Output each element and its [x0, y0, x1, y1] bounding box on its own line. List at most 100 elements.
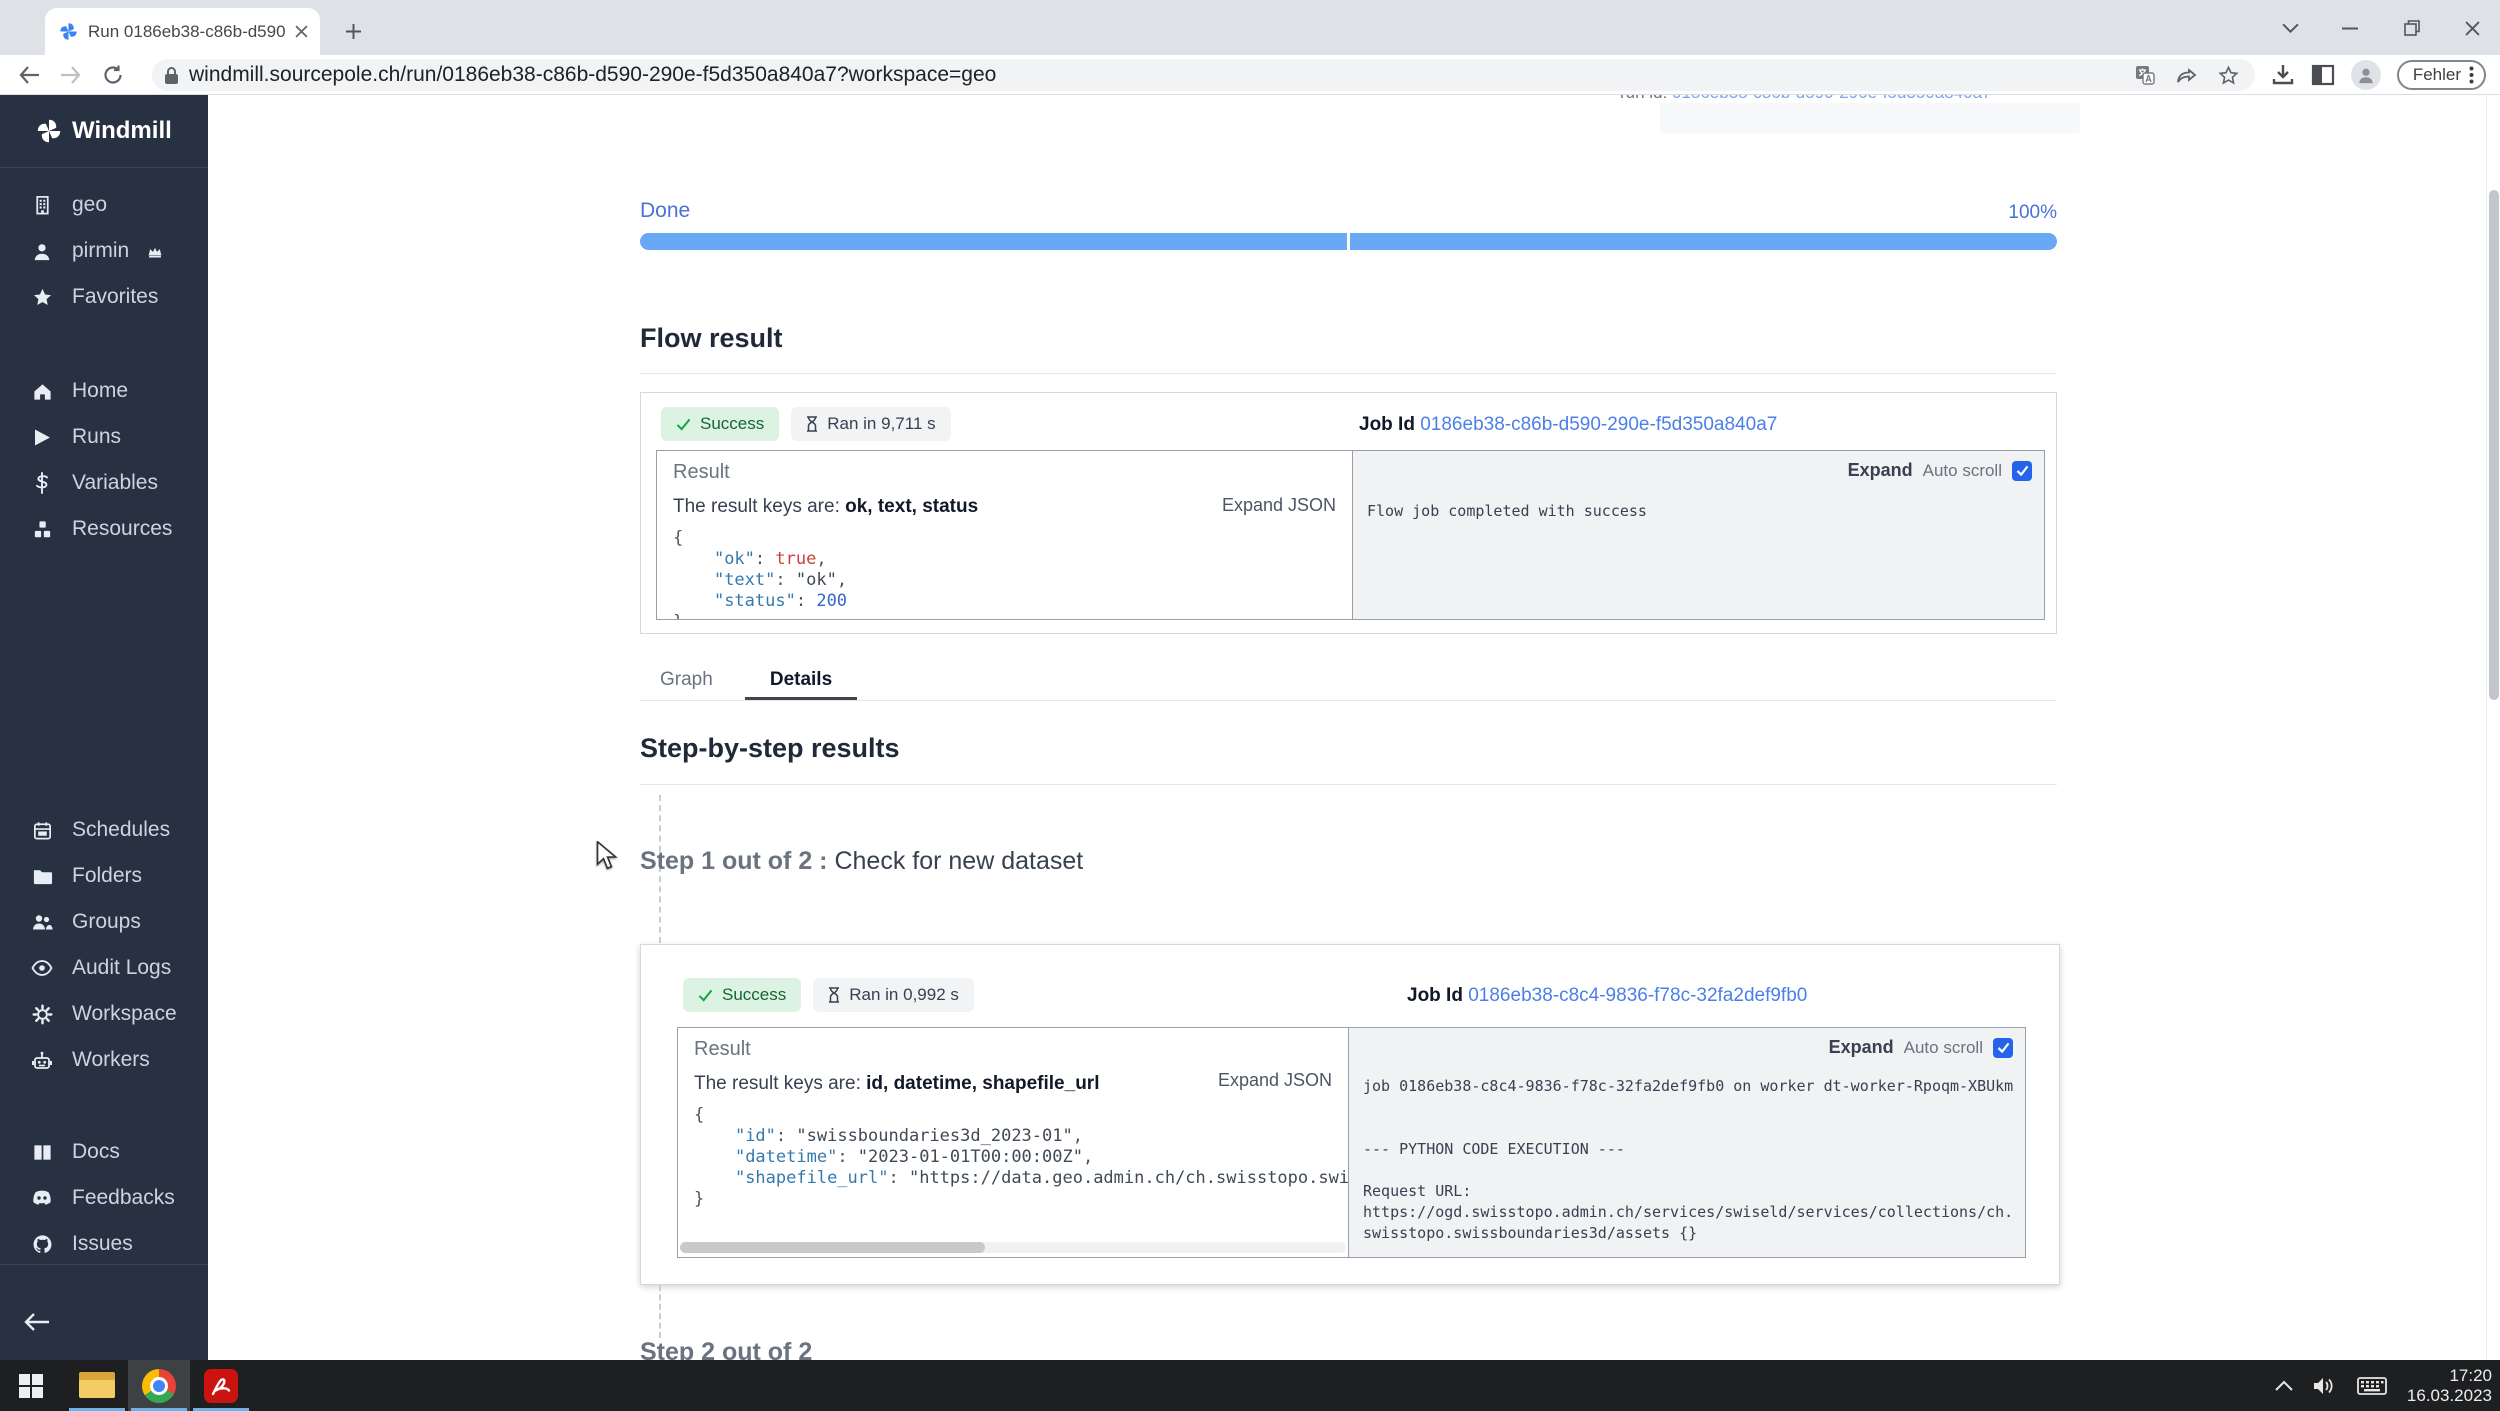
sidebar-feedbacks-label: Feedbacks — [72, 1186, 175, 1210]
flow-duration-badge: Ran in 9,711 s — [791, 407, 950, 441]
sidebar-groups-label: Groups — [72, 910, 141, 934]
sidebar-item-audit-logs[interactable]: Audit Logs — [0, 945, 208, 991]
taskbar-file-explorer[interactable] — [66, 1360, 128, 1411]
side-panel-icon[interactable] — [2311, 63, 2335, 87]
sidebar-item-variables[interactable]: Variables — [0, 460, 208, 506]
sidebar-favorites-label: Favorites — [72, 285, 158, 309]
divider — [640, 784, 2057, 785]
flow-status-label: Done — [640, 199, 690, 223]
windmill-logo[interactable]: Windmill — [0, 95, 208, 165]
sidebar-item-workers[interactable]: Workers — [0, 1037, 208, 1083]
flow-log-expand-button[interactable]: Expand — [1848, 460, 1913, 481]
tray-chevron-up-icon[interactable] — [2275, 1380, 2293, 1391]
step1-result-json-pane: Result The result keys are: id, datetime… — [678, 1028, 1349, 1257]
divider — [0, 1264, 208, 1265]
window-restore-button[interactable] — [2390, 14, 2434, 42]
download-icon[interactable] — [2271, 63, 2295, 87]
error-menu-button[interactable]: Fehler — [2397, 60, 2486, 90]
taskbar-chrome[interactable] — [128, 1360, 190, 1411]
github-icon — [30, 1234, 54, 1255]
back-button[interactable] — [10, 58, 48, 92]
play-icon — [30, 428, 54, 447]
home-icon — [30, 381, 54, 401]
page-scrollbar-thumb[interactable] — [2489, 190, 2499, 700]
bookmark-star-icon[interactable] — [2218, 65, 2239, 86]
file-explorer-icon — [79, 1372, 115, 1400]
discord-icon — [30, 1190, 54, 1207]
hourglass-icon — [806, 416, 818, 432]
flow-job-id-label: Job Id — [1359, 414, 1415, 435]
check-icon — [2016, 465, 2029, 476]
sidebar: Windmill geo pirmin Favorites — [0, 95, 208, 1360]
flow-log-pane: Expand Auto scroll Flow job completed wi… — [1353, 451, 2044, 619]
reload-button[interactable] — [94, 58, 132, 92]
step1-log-expand-button[interactable]: Expand — [1829, 1037, 1894, 1058]
flow-job-id-link[interactable]: 0186eb38-c86b-d590-290e-f5d350a840a7 — [1420, 414, 1777, 435]
spacer — [0, 552, 208, 807]
check-icon — [676, 418, 691, 431]
new-tab-button[interactable] — [338, 16, 368, 46]
flow-expand-json-button[interactable]: Expand JSON — [1222, 495, 1336, 516]
sidebar-item-workspace-settings[interactable]: Workspace — [0, 991, 208, 1037]
clock-time: 17:20 — [2407, 1366, 2492, 1386]
window-close-button[interactable] — [2450, 14, 2494, 42]
step1-result-json: { "id": "swissboundaries3d_2023-01", "da… — [694, 1105, 1332, 1210]
volume-icon[interactable] — [2313, 1376, 2337, 1396]
run-id-link[interactable]: 0186eb38-c86b-d590-290e-f5d350a840a7 — [1672, 95, 1992, 102]
sidebar-item-schedules[interactable]: Schedules — [0, 807, 208, 853]
sidebar-item-user[interactable]: pirmin — [0, 228, 208, 274]
hourglass-icon — [828, 987, 840, 1003]
collapse-sidebar-button[interactable] — [24, 1312, 50, 1332]
sidebar-user-label: pirmin — [72, 239, 129, 263]
cubes-icon — [30, 519, 54, 540]
sidebar-workers-label: Workers — [72, 1048, 150, 1072]
sidebar-item-favorites[interactable]: Favorites — [0, 274, 208, 320]
url-bar[interactable]: windmill.sourcepole.ch/run/0186eb38-c86b… — [152, 59, 2255, 91]
step1-autoscroll-checkbox[interactable] — [1993, 1038, 2013, 1058]
sidebar-item-groups[interactable]: Groups — [0, 899, 208, 945]
browser-tab[interactable]: Run 0186eb38-c86b-d590-290e- — [45, 8, 320, 55]
sidebar-workspace-label: geo — [72, 193, 107, 217]
sidebar-resources-label: Resources — [72, 517, 172, 541]
taskbar-acrobat[interactable] — [190, 1360, 252, 1411]
sidebar-item-workspace-geo[interactable]: geo — [0, 182, 208, 228]
windmill-logo-text: Windmill — [72, 117, 172, 145]
sidebar-item-folders[interactable]: Folders — [0, 853, 208, 899]
groups-icon — [30, 912, 54, 932]
progress-bar-step-divider — [1347, 233, 1350, 250]
step1-expand-json-button[interactable]: Expand JSON — [1218, 1070, 1332, 1091]
step1-horizontal-scrollbar-thumb[interactable] — [680, 1242, 985, 1253]
tab-details[interactable]: Details — [745, 669, 857, 691]
flow-result-json: { "ok": true, "text": "ok", "status": 20… — [673, 528, 1336, 619]
windmill-logo-icon — [36, 118, 62, 144]
page-scrollbar[interactable] — [2486, 95, 2500, 1360]
start-button[interactable] — [0, 1360, 62, 1411]
run-id-header: run id: 0186eb38-c86b-d590-290e-f5d350a8… — [1620, 95, 1992, 103]
check-icon — [698, 989, 713, 1002]
url-text: windmill.sourcepole.ch/run/0186eb38-c86b… — [189, 63, 2134, 87]
profile-avatar[interactable] — [2351, 60, 2381, 90]
sidebar-item-resources[interactable]: Resources — [0, 506, 208, 552]
tab-close-icon[interactable] — [295, 25, 308, 38]
error-badge-label: Fehler — [2413, 65, 2461, 85]
sidebar-item-runs[interactable]: Runs — [0, 414, 208, 460]
share-icon[interactable] — [2176, 65, 2198, 85]
keyboard-icon[interactable] — [2357, 1376, 2387, 1396]
tab-graph[interactable]: Graph — [660, 669, 713, 691]
flow-result-card: Success Ran in 9,711 s Job Id 0186eb38-c… — [640, 392, 2057, 634]
sidebar-item-docs[interactable]: Docs — [0, 1129, 208, 1175]
step1-job-id-link[interactable]: 0186eb38-c8c4-9836-f78c-32fa2def9fb0 — [1468, 985, 1807, 1006]
translate-icon[interactable] — [2134, 64, 2156, 86]
taskbar-clock[interactable]: 17:20 16.03.2023 — [2407, 1366, 2492, 1406]
forward-button[interactable] — [52, 58, 90, 92]
sidebar-item-home[interactable]: Home — [0, 368, 208, 414]
tab-title: Run 0186eb38-c86b-d590-290e- — [88, 22, 285, 42]
step1-horizontal-scrollbar[interactable] — [680, 1242, 1346, 1253]
screen: Run 0186eb38-c86b-d590-290e- — [0, 0, 2500, 1411]
tab-search-chevron-icon[interactable] — [2268, 14, 2312, 42]
sidebar-item-feedbacks[interactable]: Feedbacks — [0, 1175, 208, 1221]
flow-result-keys-list: ok, text, status — [845, 496, 978, 517]
window-minimize-button[interactable] — [2328, 14, 2372, 42]
sidebar-item-issues[interactable]: Issues — [0, 1221, 208, 1267]
flow-autoscroll-checkbox[interactable] — [2012, 461, 2032, 481]
